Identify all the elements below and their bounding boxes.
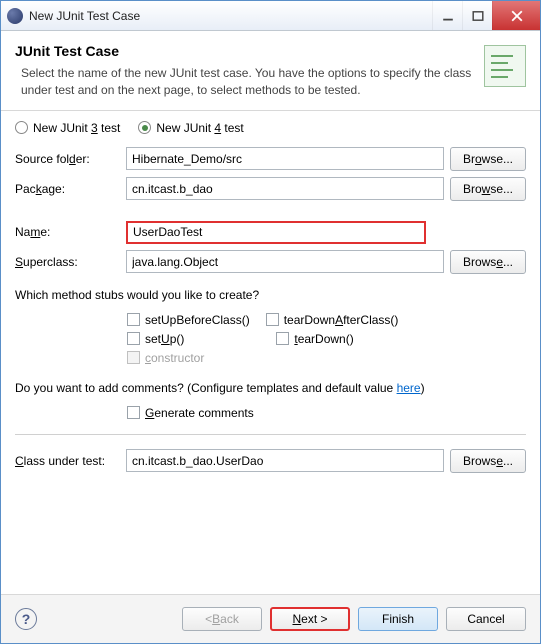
source-folder-label: Source folder: — [15, 152, 120, 166]
setup-checkbox[interactable]: setUp() — [127, 332, 184, 346]
package-label: Package: — [15, 182, 120, 196]
setupbeforeclass-checkbox[interactable]: setUpBeforeClass() — [127, 313, 250, 327]
package-row: Package: Browse... — [15, 177, 526, 201]
class-under-test-input[interactable] — [126, 449, 444, 472]
teardown-checkbox[interactable]: tearDown() — [276, 332, 353, 346]
close-button[interactable] — [492, 1, 540, 30]
wizard-icon — [484, 45, 526, 87]
class-under-test-row: Class under test: Browse... — [15, 449, 526, 473]
source-folder-row: Source folder: Browse... — [15, 147, 526, 171]
app-icon — [7, 8, 23, 24]
separator — [15, 434, 526, 435]
content-area: New JUnit 3 test New JUnit 4 test Source… — [1, 111, 540, 594]
button-bar: ? < Back Next > Finish Cancel — [1, 594, 540, 643]
stubs-question: Which method stubs would you like to cre… — [15, 288, 526, 302]
maximize-button[interactable] — [462, 1, 492, 30]
window-controls — [432, 1, 540, 30]
junit3-radio[interactable]: New JUnit 3 test — [15, 121, 120, 135]
name-row: Name: — [15, 221, 526, 244]
browse-package-button[interactable]: Browse... — [450, 177, 526, 201]
name-input[interactable] — [126, 221, 426, 244]
constructor-checkbox: constructor — [127, 351, 204, 365]
here-link[interactable]: here — [397, 381, 421, 395]
teardownafterclass-checkbox[interactable]: tearDownAfterClass() — [266, 313, 399, 327]
name-label: Name: — [15, 225, 120, 239]
help-button[interactable]: ? — [15, 608, 37, 630]
page-description: Select the name of the new JUnit test ca… — [15, 65, 526, 100]
comments-group: Generate comments — [15, 406, 526, 420]
stubs-group: setUpBeforeClass() tearDownAfterClass() … — [15, 313, 526, 365]
generate-comments-checkbox[interactable]: Generate comments — [127, 406, 526, 420]
browse-class-button[interactable]: Browse... — [450, 449, 526, 473]
junit-version-group: New JUnit 3 test New JUnit 4 test — [15, 121, 526, 135]
superclass-label: Superclass: — [15, 255, 120, 269]
radio-icon — [15, 121, 28, 134]
superclass-row: Superclass: Browse... — [15, 250, 526, 274]
back-button: < Back — [182, 607, 262, 631]
junit4-radio[interactable]: New JUnit 4 test — [138, 121, 243, 135]
superclass-input[interactable] — [126, 250, 444, 273]
browse-superclass-button[interactable]: Browse... — [450, 250, 526, 274]
dialog-window: New JUnit Test Case JUnit Test Case Sele… — [0, 0, 541, 644]
titlebar[interactable]: New JUnit Test Case — [1, 1, 540, 31]
wizard-header: JUnit Test Case Select the name of the n… — [1, 31, 540, 111]
browse-source-button[interactable]: Browse... — [450, 147, 526, 171]
source-folder-input[interactable] — [126, 147, 444, 170]
comments-question: Do you want to add comments? (Configure … — [15, 381, 526, 395]
cancel-button[interactable]: Cancel — [446, 607, 526, 631]
class-under-test-label: Class under test: — [15, 454, 120, 468]
finish-button[interactable]: Finish — [358, 607, 438, 631]
next-button[interactable]: Next > — [270, 607, 350, 631]
window-title: New JUnit Test Case — [29, 9, 432, 23]
minimize-button[interactable] — [432, 1, 462, 30]
page-title: JUnit Test Case — [15, 43, 526, 59]
radio-icon — [138, 121, 151, 134]
package-input[interactable] — [126, 177, 444, 200]
